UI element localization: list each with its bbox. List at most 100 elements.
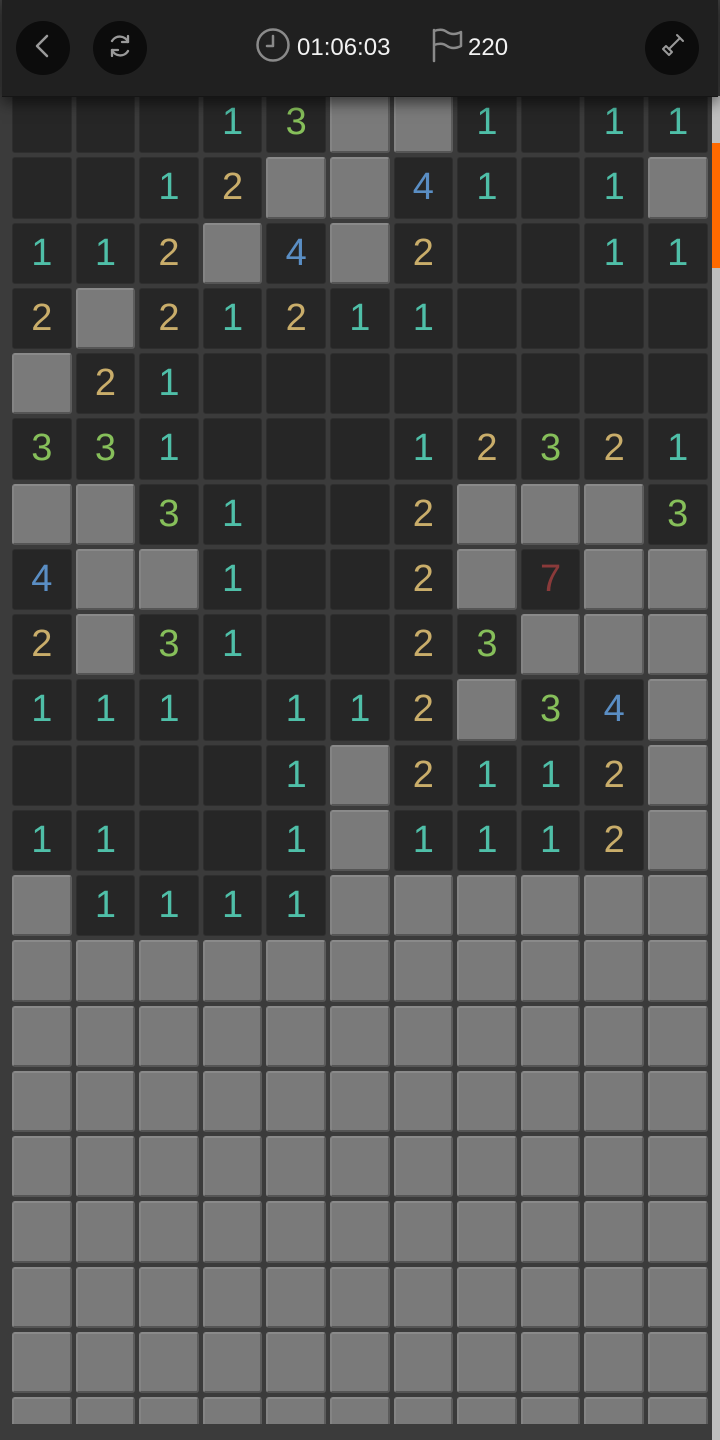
number-cell[interactable]: 1	[266, 744, 326, 806]
number-cell[interactable]: 1	[75, 222, 136, 284]
unrevealed-cell[interactable]	[12, 1331, 72, 1393]
number-cell[interactable]: 7	[520, 548, 581, 610]
unrevealed-cell[interactable]	[329, 1201, 390, 1263]
number-cell[interactable]: 1	[329, 287, 390, 349]
unrevealed-cell[interactable]	[266, 157, 326, 219]
number-cell[interactable]: 3	[457, 614, 517, 676]
unrevealed-cell[interactable]	[266, 1266, 326, 1328]
unrevealed-cell[interactable]	[139, 1136, 199, 1198]
unrevealed-cell[interactable]	[12, 1070, 72, 1132]
revealed-empty-cell[interactable]	[393, 353, 454, 415]
unrevealed-cell[interactable]	[584, 1397, 644, 1425]
unrevealed-cell[interactable]	[202, 222, 263, 284]
number-cell[interactable]: 1	[75, 679, 136, 741]
number-cell[interactable]: 1	[202, 875, 263, 937]
revealed-empty-cell[interactable]	[584, 287, 644, 349]
dig-mode-button[interactable]	[645, 21, 699, 75]
unrevealed-cell[interactable]	[457, 483, 517, 545]
unrevealed-cell[interactable]	[393, 1201, 454, 1263]
number-cell[interactable]: 1	[202, 92, 263, 154]
number-cell[interactable]: 1	[75, 875, 136, 937]
revealed-empty-cell[interactable]	[75, 744, 136, 806]
number-cell[interactable]: 1	[266, 875, 326, 937]
unrevealed-cell[interactable]	[520, 1397, 581, 1425]
unrevealed-cell[interactable]	[647, 548, 708, 610]
number-cell[interactable]: 4	[584, 679, 644, 741]
revealed-empty-cell[interactable]	[520, 222, 581, 284]
unrevealed-cell[interactable]	[457, 1331, 517, 1393]
unrevealed-cell[interactable]	[393, 1136, 454, 1198]
number-cell[interactable]: 2	[139, 287, 199, 349]
unrevealed-cell[interactable]	[202, 940, 263, 1002]
unrevealed-cell[interactable]	[393, 1070, 454, 1132]
number-cell[interactable]: 2	[393, 483, 454, 545]
unrevealed-cell[interactable]	[329, 1136, 390, 1198]
revealed-empty-cell[interactable]	[75, 92, 136, 154]
unrevealed-cell[interactable]	[457, 1397, 517, 1425]
unrevealed-cell[interactable]	[520, 614, 581, 676]
number-cell[interactable]: 1	[139, 157, 199, 219]
revealed-empty-cell[interactable]	[520, 157, 581, 219]
unrevealed-cell[interactable]	[457, 875, 517, 937]
number-cell[interactable]: 3	[520, 418, 581, 480]
unrevealed-cell[interactable]	[12, 940, 72, 1002]
revealed-empty-cell[interactable]	[266, 483, 326, 545]
number-cell[interactable]: 1	[202, 483, 263, 545]
unrevealed-cell[interactable]	[329, 875, 390, 937]
number-cell[interactable]: 3	[520, 679, 581, 741]
revealed-empty-cell[interactable]	[202, 809, 263, 871]
unrevealed-cell[interactable]	[393, 940, 454, 1002]
unrevealed-cell[interactable]	[393, 1397, 454, 1425]
number-cell[interactable]: 2	[584, 418, 644, 480]
unrevealed-cell[interactable]	[266, 940, 326, 1002]
number-cell[interactable]: 4	[393, 157, 454, 219]
unrevealed-cell[interactable]	[75, 287, 136, 349]
number-cell[interactable]: 1	[202, 287, 263, 349]
revealed-empty-cell[interactable]	[457, 222, 517, 284]
unrevealed-cell[interactable]	[139, 1070, 199, 1132]
revealed-empty-cell[interactable]	[139, 92, 199, 154]
revealed-empty-cell[interactable]	[266, 353, 326, 415]
restart-button[interactable]	[93, 21, 147, 75]
unrevealed-cell[interactable]	[329, 222, 390, 284]
number-cell[interactable]: 1	[139, 875, 199, 937]
unrevealed-cell[interactable]	[329, 157, 390, 219]
unrevealed-cell[interactable]	[202, 1266, 263, 1328]
number-cell[interactable]: 1	[202, 614, 263, 676]
unrevealed-cell[interactable]	[647, 1201, 708, 1263]
revealed-empty-cell[interactable]	[139, 809, 199, 871]
unrevealed-cell[interactable]	[12, 1201, 72, 1263]
unrevealed-cell[interactable]	[584, 1070, 644, 1132]
number-cell[interactable]: 1	[139, 353, 199, 415]
unrevealed-cell[interactable]	[75, 940, 136, 1002]
revealed-empty-cell[interactable]	[329, 418, 390, 480]
unrevealed-cell[interactable]	[584, 875, 644, 937]
unrevealed-cell[interactable]	[457, 548, 517, 610]
unrevealed-cell[interactable]	[584, 1136, 644, 1198]
unrevealed-cell[interactable]	[266, 1331, 326, 1393]
unrevealed-cell[interactable]	[266, 1397, 326, 1425]
revealed-empty-cell[interactable]	[584, 353, 644, 415]
number-cell[interactable]: 1	[393, 809, 454, 871]
number-cell[interactable]: 1	[12, 679, 72, 741]
number-cell[interactable]: 1	[457, 92, 517, 154]
unrevealed-cell[interactable]	[75, 1266, 136, 1328]
unrevealed-cell[interactable]	[647, 1136, 708, 1198]
unrevealed-cell[interactable]	[520, 1070, 581, 1132]
unrevealed-cell[interactable]	[393, 1266, 454, 1328]
unrevealed-cell[interactable]	[520, 1136, 581, 1198]
unrevealed-cell[interactable]	[139, 940, 199, 1002]
unrevealed-cell[interactable]	[75, 1070, 136, 1132]
unrevealed-cell[interactable]	[520, 1331, 581, 1393]
revealed-empty-cell[interactable]	[520, 287, 581, 349]
revealed-empty-cell[interactable]	[329, 353, 390, 415]
number-cell[interactable]: 2	[457, 418, 517, 480]
revealed-empty-cell[interactable]	[266, 614, 326, 676]
unrevealed-cell[interactable]	[202, 1331, 263, 1393]
unrevealed-cell[interactable]	[266, 1201, 326, 1263]
number-cell[interactable]: 2	[12, 614, 72, 676]
scrollbar-track[interactable]	[712, 96, 720, 1440]
unrevealed-cell[interactable]	[520, 875, 581, 937]
number-cell[interactable]: 1	[647, 418, 708, 480]
unrevealed-cell[interactable]	[329, 1070, 390, 1132]
